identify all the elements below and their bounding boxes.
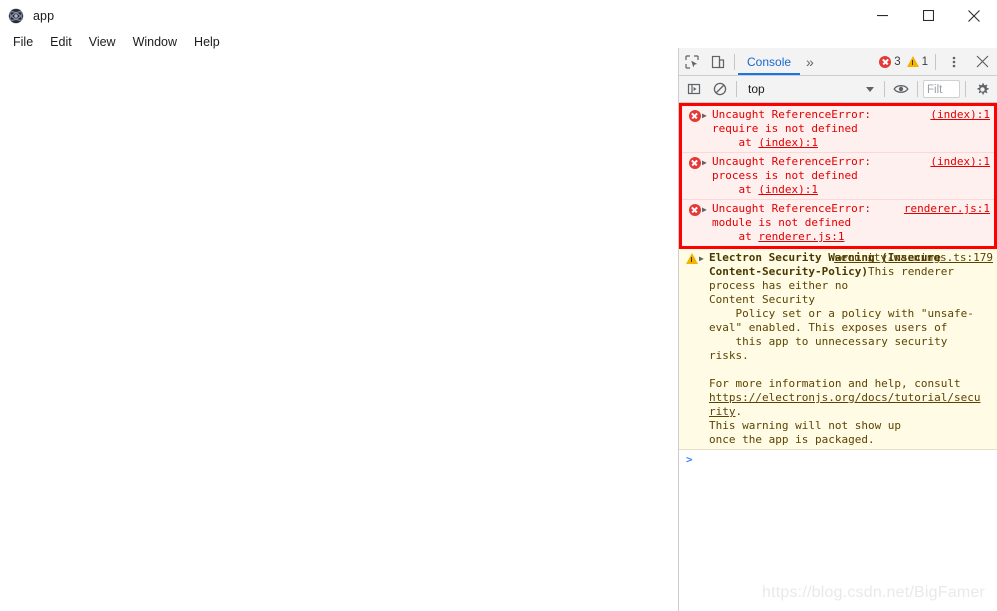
console-message-warning[interactable]: ▶ security-warnings.ts:179 Electron Secu… [679, 249, 997, 450]
security-docs-link[interactable]: https://electronjs.org/docs/tutorial/sec… [709, 391, 981, 418]
tab-console[interactable]: Console [738, 49, 800, 75]
toolbar-divider [884, 81, 885, 97]
expand-triangle-icon[interactable]: ▶ [699, 251, 709, 266]
error-circle-icon [687, 108, 702, 122]
minimize-button[interactable] [859, 0, 905, 31]
toolbar-divider [736, 81, 737, 97]
kebab-menu-icon [952, 56, 956, 67]
error-circle-icon [879, 55, 892, 68]
error-circle-icon [687, 155, 702, 169]
app-title: app [33, 8, 55, 23]
warning-body-after: . This warning will not show up once the… [709, 405, 902, 446]
devtools-menu-button[interactable] [941, 49, 967, 75]
message-stack-link[interactable]: (index):1 [758, 136, 818, 149]
message-source-link[interactable]: (index):1 [930, 108, 990, 122]
console-settings-button[interactable] [969, 76, 995, 102]
warning-triangle-icon [684, 251, 699, 264]
console-message-error[interactable]: ▶ (index):1 Uncaught ReferenceError: req… [682, 106, 994, 153]
inspect-element-button[interactable] [679, 49, 705, 75]
chevron-down-icon[interactable] [866, 86, 874, 92]
toolbar-divider [734, 53, 735, 70]
devtools-panel: Console » 3 1 top Filt ▶ (index):1 Uncau… [678, 48, 997, 611]
message-source-link[interactable]: security-warnings.ts:179 [834, 251, 993, 265]
window-titlebar: app [0, 0, 997, 31]
close-icon [968, 9, 980, 22]
window-controls [859, 0, 997, 31]
toolbar-divider [917, 81, 918, 97]
close-button[interactable] [951, 0, 997, 31]
inspect-element-icon [685, 54, 699, 69]
warning-count-value: 1 [921, 55, 928, 68]
settings-gear-icon [976, 82, 989, 94]
execution-context-select[interactable]: top [740, 79, 866, 99]
message-source-link[interactable]: (index):1 [930, 155, 990, 169]
message-source-link[interactable]: renderer.js:1 [904, 202, 990, 216]
message-stack-link[interactable]: renderer.js:1 [758, 230, 844, 243]
console-filter-input[interactable]: Filt [923, 80, 960, 98]
console-message-error[interactable]: ▶ (index):1 Uncaught ReferenceError: pro… [682, 153, 994, 200]
console-filter-toolbar: top Filt [679, 76, 997, 103]
warning-count-badge[interactable]: 1 [905, 56, 930, 68]
device-toolbar-button[interactable] [705, 49, 731, 75]
app-content-area [0, 52, 678, 611]
issue-counters: 3 1 [877, 49, 997, 75]
devtools-tabbar: Console » 3 1 [679, 48, 997, 76]
clear-console-button[interactable] [707, 76, 733, 102]
device-toolbar-icon [711, 55, 725, 68]
clear-console-icon [713, 82, 727, 96]
error-count-value: 3 [894, 55, 901, 68]
close-icon [976, 55, 988, 68]
error-circle-icon [687, 202, 702, 216]
live-expression-eye-icon [893, 85, 909, 93]
message-stack-link[interactable]: (index):1 [758, 183, 818, 196]
console-message-list[interactable]: ▶ (index):1 Uncaught ReferenceError: req… [679, 103, 997, 611]
warning-triangle-icon [906, 56, 919, 67]
live-expression-button[interactable] [888, 76, 914, 102]
menu-item-help[interactable]: Help [186, 33, 229, 51]
execution-context-value: top [748, 82, 765, 96]
maximize-icon [922, 10, 934, 21]
minimize-icon [876, 15, 888, 17]
expand-triangle-icon[interactable]: ▶ [702, 202, 712, 217]
warning-body-before: This renderer process has either no Cont… [709, 265, 974, 390]
more-tabs-button[interactable]: » [800, 49, 820, 75]
maximize-button[interactable] [905, 0, 951, 31]
toolbar-divider [935, 53, 936, 70]
devtools-close-button[interactable] [969, 49, 995, 75]
menu-item-window[interactable]: Window [125, 33, 186, 51]
menu-item-view[interactable]: View [81, 33, 125, 51]
prompt-caret-icon: > [686, 453, 693, 466]
error-message-group: ▶ (index):1 Uncaught ReferenceError: req… [679, 103, 997, 249]
expand-triangle-icon[interactable]: ▶ [702, 155, 712, 170]
menu-item-edit[interactable]: Edit [42, 33, 81, 51]
electron-logo-icon [8, 8, 24, 24]
console-sidebar-icon [687, 83, 701, 95]
console-message-error[interactable]: ▶ renderer.js:1 Uncaught ReferenceError:… [682, 200, 994, 246]
menu-item-file[interactable]: File [5, 33, 42, 51]
error-count-badge[interactable]: 3 [877, 55, 902, 68]
console-prompt-input[interactable] [693, 453, 993, 467]
expand-triangle-icon[interactable]: ▶ [702, 108, 712, 123]
toolbar-divider [965, 81, 966, 97]
console-prompt-row[interactable]: > [679, 450, 997, 469]
console-sidebar-toggle-button[interactable] [681, 76, 707, 102]
